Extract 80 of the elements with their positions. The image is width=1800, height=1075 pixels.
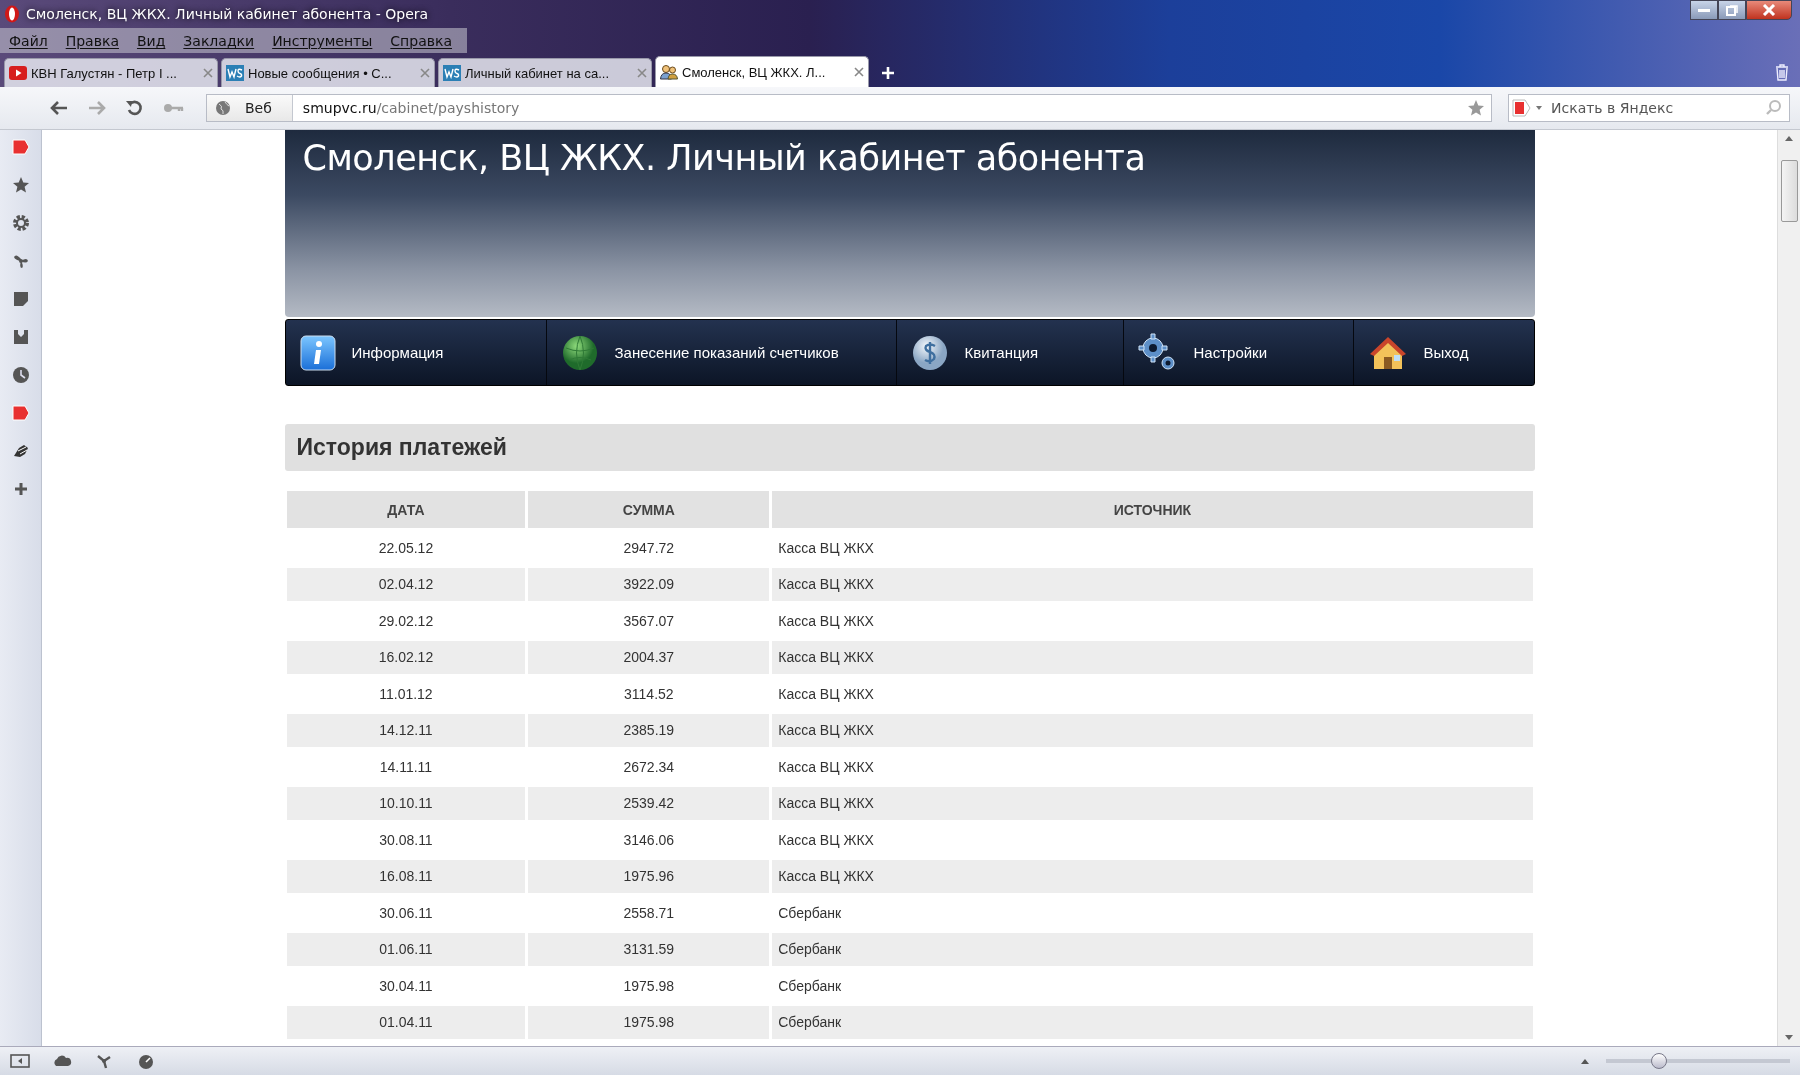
- menu-item[interactable]: Закладки: [174, 32, 264, 49]
- section-title: История платежей: [296, 434, 507, 461]
- info-icon: [299, 334, 336, 371]
- table-cell: 14.12.11: [286, 712, 527, 749]
- table-cell: 3131.59: [526, 931, 771, 968]
- note-icon[interactable]: [11, 290, 30, 308]
- close-icon: [1762, 4, 1776, 16]
- table-cell: 01.04.11: [286, 1004, 527, 1041]
- scroll-up-icon[interactable]: [1784, 134, 1794, 142]
- column-header: ДАТА: [286, 491, 527, 530]
- close-button[interactable]: [1746, 0, 1792, 20]
- nav-item[interactable]: Занесение показаний счетчиков: [546, 320, 897, 385]
- site-icon: [226, 65, 244, 81]
- table-cell: 2004.37: [526, 639, 771, 676]
- table-cell: Касса ВЦ ЖКХ: [770, 639, 1533, 676]
- browser-tab[interactable]: Новые сообщения • С...: [221, 58, 435, 87]
- gears-icon: [1137, 332, 1178, 373]
- star-icon[interactable]: [1467, 99, 1485, 117]
- table-cell: Касса ВЦ ЖКХ: [770, 858, 1533, 895]
- table-cell: 01.06.11: [286, 931, 527, 968]
- site-icon: [443, 65, 461, 81]
- video-icon: [9, 66, 27, 80]
- table-cell: 2539.42: [526, 785, 771, 822]
- browser-tab[interactable]: Личный кабинет на са...: [438, 58, 652, 87]
- download-icon[interactable]: [11, 328, 30, 346]
- table-cell: 10.10.11: [286, 785, 527, 822]
- nav-item[interactable]: Настройки: [1123, 320, 1354, 385]
- dollar-coin-icon: [910, 333, 949, 372]
- table-cell: 2385.19: [526, 712, 771, 749]
- browser-tab[interactable]: Смоленск, ВЦ ЖКХ. Л...: [655, 56, 869, 87]
- close-icon[interactable]: [854, 67, 864, 77]
- panel-toggle-icon[interactable]: [10, 1053, 30, 1069]
- table-cell: 1975.96: [526, 858, 771, 895]
- caret-up-icon[interactable]: [1580, 1057, 1590, 1065]
- settings-icon[interactable]: [11, 214, 30, 232]
- browser-tab[interactable]: КВН Галустян - Петр I ...: [4, 58, 218, 87]
- nav-item[interactable]: Информация: [285, 320, 547, 385]
- star-icon[interactable]: [11, 176, 30, 194]
- window-title: Смоленск, ВЦ ЖКХ. Личный кабинет абонента - Opera: [26, 6, 429, 22]
- table-cell: 3922.09: [526, 566, 771, 603]
- table-cell: Касса ВЦ ЖКХ: [770, 785, 1533, 822]
- table-cell: 16.02.12: [286, 639, 527, 676]
- menu-item[interactable]: Правка: [56, 32, 128, 49]
- nav-item[interactable]: Квитанция: [896, 320, 1124, 385]
- table-cell: Касса ВЦ ЖКХ: [770, 566, 1533, 603]
- site-title: Смоленск, ВЦ ЖКХ. Личный кабинет абонента: [302, 138, 1147, 178]
- minimize-icon: [1698, 8, 1710, 12]
- cloud-icon[interactable]: [52, 1053, 72, 1069]
- share-icon[interactable]: [11, 252, 30, 270]
- table-cell: 16.08.11: [286, 858, 527, 895]
- plus-icon[interactable]: [880, 65, 896, 81]
- minimize-button[interactable]: [1690, 0, 1718, 20]
- search-field[interactable]: Искать в Яндекс: [1549, 99, 1765, 117]
- scrollbar-thumb[interactable]: [1780, 160, 1798, 222]
- table-cell: Касса ВЦ ЖКХ: [770, 712, 1533, 749]
- column-header: СУММА: [526, 491, 771, 530]
- table-cell: 02.04.12: [286, 566, 527, 603]
- globe-icon: [215, 100, 231, 116]
- search-mode-label[interactable]: Веб: [245, 100, 272, 116]
- column-header: ИСТОЧНИК: [770, 491, 1533, 530]
- restore-icon: [1726, 4, 1738, 16]
- search-box[interactable]: Искать в Яндекс: [1508, 94, 1790, 122]
- menu-item[interactable]: Вид: [127, 32, 175, 49]
- table-cell: Сбербанк: [770, 1004, 1533, 1041]
- trash-icon[interactable]: [1774, 63, 1790, 81]
- menu-item[interactable]: Инструменты: [263, 32, 382, 49]
- menu-item[interactable]: Файл: [0, 32, 57, 49]
- address-field[interactable]: Веб smupvc.ru/cabinet/payshistory: [206, 94, 1492, 122]
- table-cell: 1975.98: [526, 1004, 771, 1041]
- opera-logo-icon: [4, 5, 20, 23]
- speedometer-icon[interactable]: [136, 1053, 156, 1069]
- globe-icon: [560, 333, 599, 372]
- people-icon: [660, 64, 678, 80]
- url-text: smupvc.ru/cabinet/payshistory: [301, 100, 521, 116]
- clock-icon[interactable]: [11, 366, 30, 384]
- scroll-down-icon[interactable]: [1784, 1034, 1794, 1042]
- nav-item[interactable]: Выход: [1353, 320, 1534, 385]
- table-cell: Сбербанк: [770, 931, 1533, 968]
- menu-item[interactable]: Справка: [381, 32, 461, 49]
- restore-button[interactable]: [1718, 0, 1746, 20]
